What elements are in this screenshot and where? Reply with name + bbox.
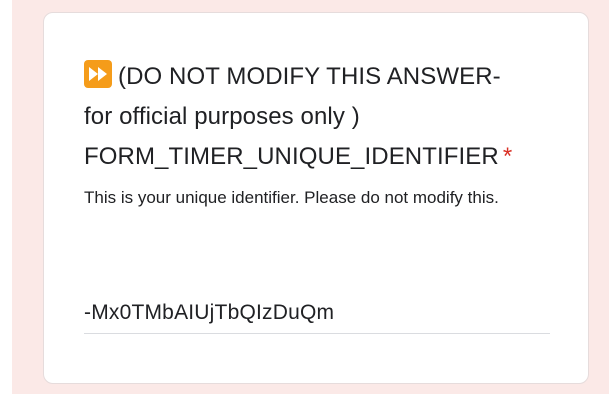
question-title-line2: for official purposes only ): [84, 103, 360, 130]
question-title: (DO NOT MODIFY THIS ANSWER- for official…: [84, 57, 554, 177]
question-title-line3: FORM_TIMER_UNIQUE_IDENTIFIER: [84, 143, 499, 170]
question-title-line1: (DO NOT MODIFY THIS ANSWER-: [118, 63, 501, 90]
question-card: (DO NOT MODIFY THIS ANSWER- for official…: [43, 12, 589, 384]
question-description: This is your unique identifier. Please d…: [84, 188, 499, 207]
unique-identifier-input[interactable]: [84, 295, 550, 331]
required-asterisk: *: [502, 143, 513, 170]
answer-field-container: [84, 295, 550, 334]
fast-forward-icon: [84, 60, 112, 88]
